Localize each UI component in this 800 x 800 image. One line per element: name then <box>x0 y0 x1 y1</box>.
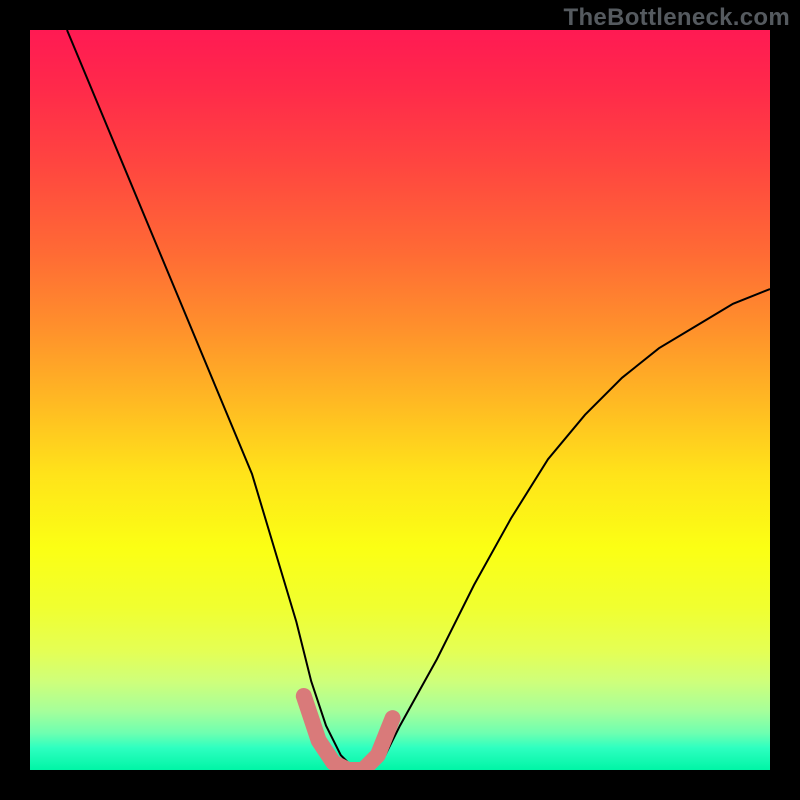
chart-svg <box>30 30 770 770</box>
watermark-text: TheBottleneck.com <box>564 4 790 32</box>
optimal-band-marker-path <box>304 696 393 770</box>
bottleneck-curve-path <box>67 30 770 770</box>
chart-frame: TheBottleneck.com <box>0 0 800 800</box>
plot-area <box>30 30 770 770</box>
